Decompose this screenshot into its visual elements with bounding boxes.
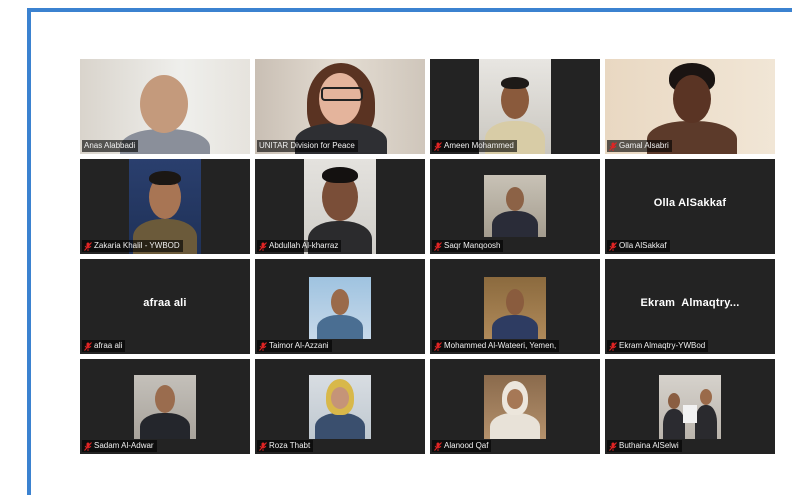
participant-name: Zakaria Khalil - YWBOD bbox=[94, 241, 180, 250]
participant-name-tag: Alanood Qaf bbox=[432, 440, 492, 452]
participant-video bbox=[134, 375, 196, 439]
microphone-muted-icon bbox=[259, 241, 267, 251]
participant-tile[interactable]: Zakaria Khalil - YWBOD bbox=[80, 159, 250, 254]
participant-name-tag: Olla AlSakkaf bbox=[607, 240, 670, 252]
participant-tile[interactable]: UNITAR Division for Peace bbox=[255, 59, 425, 154]
microphone-muted-icon bbox=[609, 241, 617, 251]
participant-name-tag: afraa ali bbox=[82, 340, 126, 352]
participant-video bbox=[484, 175, 546, 237]
participant-tile[interactable]: Ameen Mohammed bbox=[430, 59, 600, 154]
participant-tile[interactable]: Anas Alabbadi bbox=[80, 59, 250, 154]
participant-tile[interactable]: Buthaina AlSelwi bbox=[605, 359, 775, 454]
participant-tile[interactable]: Roza Thabt bbox=[255, 359, 425, 454]
participant-name-tag: Ekram Almaqtry-YWBod bbox=[607, 340, 709, 352]
microphone-muted-icon bbox=[84, 441, 92, 451]
participant-name-tag: Taimor Al-Azzani bbox=[257, 340, 332, 352]
microphone-muted-icon bbox=[609, 341, 617, 351]
participant-name-tag: Sadam Al-Adwar bbox=[82, 440, 157, 452]
participant-display-name: Ekram Almaqtry... bbox=[640, 297, 740, 309]
microphone-muted-icon bbox=[434, 341, 442, 351]
participant-tile[interactable]: Mohammed Al-Wateeri, Yemen, bbox=[430, 259, 600, 354]
participant-video bbox=[484, 277, 546, 339]
participant-name-tag: Buthaina AlSelwi bbox=[607, 440, 682, 452]
participant-display-name: Olla AlSakkaf bbox=[653, 197, 727, 209]
participant-video bbox=[659, 375, 721, 439]
participant-tile[interactable]: Alanood Qaf bbox=[430, 359, 600, 454]
participant-video bbox=[484, 375, 546, 439]
microphone-muted-icon bbox=[609, 141, 617, 151]
participant-name-tag: Saqr Manqoosh bbox=[432, 240, 504, 252]
participant-video bbox=[309, 277, 371, 339]
participant-name: Saqr Manqoosh bbox=[444, 241, 501, 250]
participant-name: Gamal Alsabri bbox=[619, 141, 669, 150]
participant-name: Sadam Al-Adwar bbox=[94, 441, 154, 450]
participant-tile[interactable]: Gamal Alsabri bbox=[605, 59, 775, 154]
participant-name: Mohammed Al-Wateeri, Yemen, bbox=[444, 341, 557, 350]
microphone-muted-icon bbox=[84, 341, 92, 351]
participant-name: UNITAR Division for Peace bbox=[259, 141, 355, 150]
participant-tile[interactable]: Taimor Al-Azzani bbox=[255, 259, 425, 354]
participant-tile[interactable]: Olla AlSakkaf Olla AlSakkaf bbox=[605, 159, 775, 254]
microphone-muted-icon bbox=[434, 241, 442, 251]
participant-name: Taimor Al-Azzani bbox=[269, 341, 329, 350]
participant-name-tag: UNITAR Division for Peace bbox=[257, 140, 358, 152]
participant-tile[interactable]: Sadam Al-Adwar bbox=[80, 359, 250, 454]
participant-name-tag: Zakaria Khalil - YWBOD bbox=[82, 240, 183, 252]
microphone-muted-icon bbox=[84, 241, 92, 251]
participant-name-tag: Anas Alabbadi bbox=[82, 140, 139, 152]
participant-name: Anas Alabbadi bbox=[84, 141, 136, 150]
participant-name: Ekram Almaqtry-YWBod bbox=[619, 341, 706, 350]
participant-name-tag: Abdullah Al-kharraz bbox=[257, 240, 342, 252]
gallery-view: Anas Alabbadi UNITAR Division for Peace … bbox=[80, 59, 775, 454]
participant-name: Alanood Qaf bbox=[444, 441, 489, 450]
participant-name-tag: Ameen Mohammed bbox=[432, 140, 517, 152]
participant-tile[interactable]: afraa ali afraa ali bbox=[80, 259, 250, 354]
participant-name-tag: Roza Thabt bbox=[257, 440, 314, 452]
participant-display-name: afraa ali bbox=[143, 297, 187, 309]
participant-tile[interactable]: Ekram Almaqtry... Ekram Almaqtry-YWBod bbox=[605, 259, 775, 354]
microphone-muted-icon bbox=[259, 441, 267, 451]
participant-name: Olla AlSakkaf bbox=[619, 241, 667, 250]
microphone-muted-icon bbox=[609, 441, 617, 451]
participant-name: afraa ali bbox=[94, 341, 123, 350]
participant-name-tag: Mohammed Al-Wateeri, Yemen, bbox=[432, 340, 560, 352]
participant-tile[interactable]: Abdullah Al-kharraz bbox=[255, 159, 425, 254]
participant-name: Ameen Mohammed bbox=[444, 141, 514, 150]
participant-video bbox=[309, 375, 371, 439]
participant-name: Buthaina AlSelwi bbox=[619, 441, 679, 450]
microphone-muted-icon bbox=[259, 341, 267, 351]
participant-name-tag: Gamal Alsabri bbox=[607, 140, 672, 152]
microphone-muted-icon bbox=[434, 141, 442, 151]
microphone-muted-icon bbox=[434, 441, 442, 451]
participant-name: Roza Thabt bbox=[269, 441, 311, 450]
participant-name: Abdullah Al-kharraz bbox=[269, 241, 339, 250]
participant-tile[interactable]: Saqr Manqoosh bbox=[430, 159, 600, 254]
